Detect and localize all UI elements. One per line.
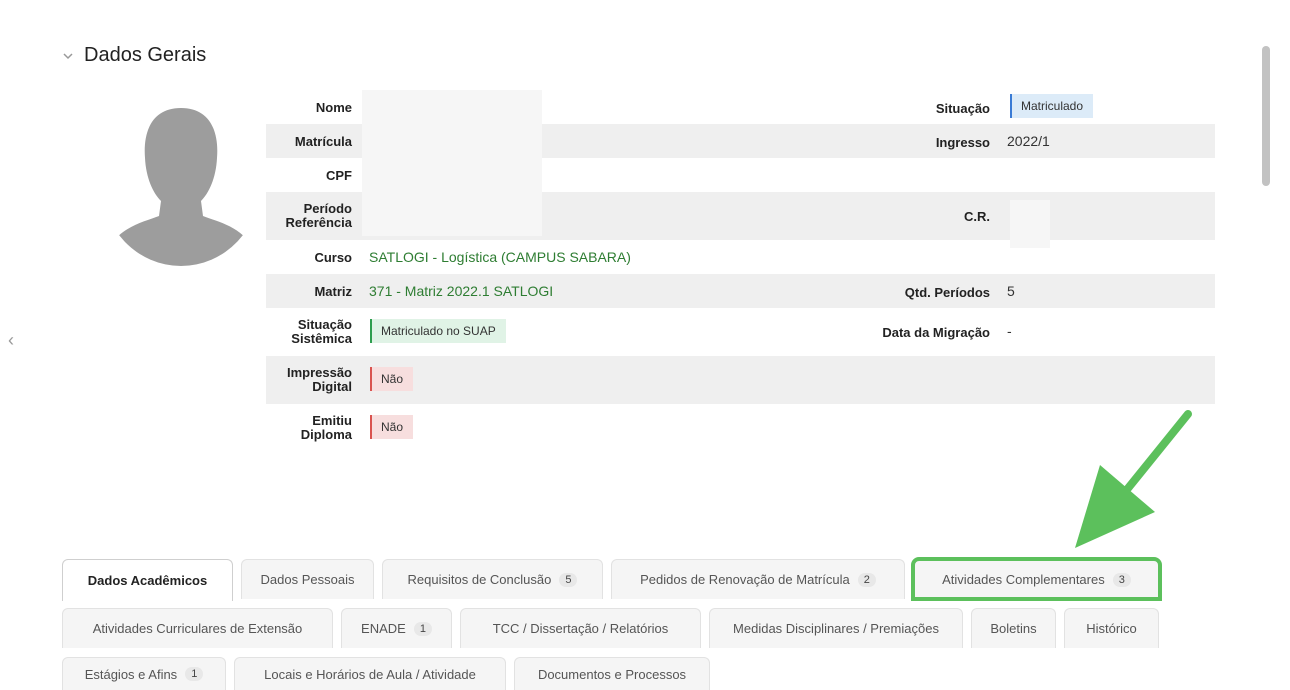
situacao-sistemica-value: Matriculado no SUAP xyxy=(370,319,506,343)
ingresso-value: 2022/1 xyxy=(1007,133,1050,149)
impressao-value: Não xyxy=(370,367,414,391)
ingresso-label: Ingresso xyxy=(935,135,990,150)
redacted-block xyxy=(1010,200,1050,248)
tab-boletins[interactable]: Boletins xyxy=(971,608,1056,648)
arrow-annotation xyxy=(1075,410,1192,548)
situacao-value: Matriculado xyxy=(1010,94,1094,118)
migracao-value: - xyxy=(1007,323,1012,339)
user-silhouette-icon xyxy=(101,108,261,266)
scrollbar-thumb[interactable] xyxy=(1262,46,1270,186)
count-badge: 1 xyxy=(413,621,432,636)
emitiu-value: Não xyxy=(370,415,414,439)
row-situacao-sistemica: Situação Sistêmica Matriculado no SUAP Da… xyxy=(266,308,1215,356)
count-badge: 2 xyxy=(857,572,876,587)
nome-label: Nome xyxy=(315,100,352,115)
tab-dados-academicos[interactable]: Dados Acadêmicos xyxy=(62,559,233,601)
migracao-label: Data da Migração xyxy=(882,325,990,340)
matriz-label: Matriz xyxy=(314,284,352,299)
avatar xyxy=(101,98,261,266)
row-impressao: Impressão Digital Não xyxy=(266,356,1215,404)
situacao-sistemica-label: Situação Sistêmica xyxy=(291,317,352,346)
scrollbar[interactable] xyxy=(1260,16,1272,682)
tab-locais-horarios[interactable]: Locais e Horários de Aula / Atividade xyxy=(234,657,506,690)
impressao-label: Impressão Digital xyxy=(286,365,352,394)
qtd-periodos-label: Qtd. Períodos xyxy=(904,285,990,300)
count-badge: 3 xyxy=(1112,572,1131,587)
cpf-label: CPF xyxy=(326,168,352,183)
tab-dados-pessoais[interactable]: Dados Pessoais xyxy=(241,559,374,599)
tab-documentos-processos[interactable]: Documentos e Processos xyxy=(514,657,710,690)
row-matriz: Matriz 371 - Matriz 2022.1 SATLOGI Qtd. … xyxy=(266,274,1215,308)
matriz-link[interactable]: 371 - Matriz 2022.1 SATLOGI xyxy=(369,283,553,299)
tab-estagios[interactable]: Estágios e Afins 1 xyxy=(62,657,226,690)
redacted-block xyxy=(362,90,542,236)
curso-link[interactable]: SATLOGI - Logística (CAMPUS SABARA) xyxy=(369,249,631,265)
section-title: Dados Gerais xyxy=(84,44,207,66)
count-badge: 1 xyxy=(185,667,204,681)
curso-label: Curso xyxy=(314,250,352,265)
count-badge: 5 xyxy=(559,572,578,587)
section-header[interactable]: Dados Gerais xyxy=(62,44,206,67)
matricula-label: Matrícula xyxy=(294,134,352,149)
tab-medidas-disciplinares[interactable]: Medidas Disciplinares / Premiações xyxy=(709,608,963,648)
periodo-label: Período Referência xyxy=(285,201,352,230)
qtd-periodos-value: 5 xyxy=(1007,283,1015,299)
tab-enade[interactable]: ENADE 1 xyxy=(341,608,452,648)
row-curso: Curso SATLOGI - Logística (CAMPUS SABARA… xyxy=(266,240,1215,274)
tab-pedidos-renovacao[interactable]: Pedidos de Renovação de Matrícula 2 xyxy=(611,559,905,599)
tab-atividades-complementares[interactable]: Atividades Complementares 3 xyxy=(911,557,1162,601)
emitiu-label: Emitiu Diploma xyxy=(300,413,352,442)
tab-tcc[interactable]: TCC / Dissertação / Relatórios xyxy=(460,608,701,648)
chevron-left-icon[interactable]: ‹ xyxy=(8,330,14,351)
chevron-down-icon xyxy=(63,52,73,59)
situacao-label: Situação xyxy=(935,101,990,116)
tab-requisitos-conclusao[interactable]: Requisitos de Conclusão 5 xyxy=(382,559,603,599)
tab-atividades-extensao[interactable]: Atividades Curriculares de Extensão xyxy=(62,608,333,648)
cr-label: C.R. xyxy=(964,209,990,224)
tab-historico[interactable]: Histórico xyxy=(1064,608,1159,648)
